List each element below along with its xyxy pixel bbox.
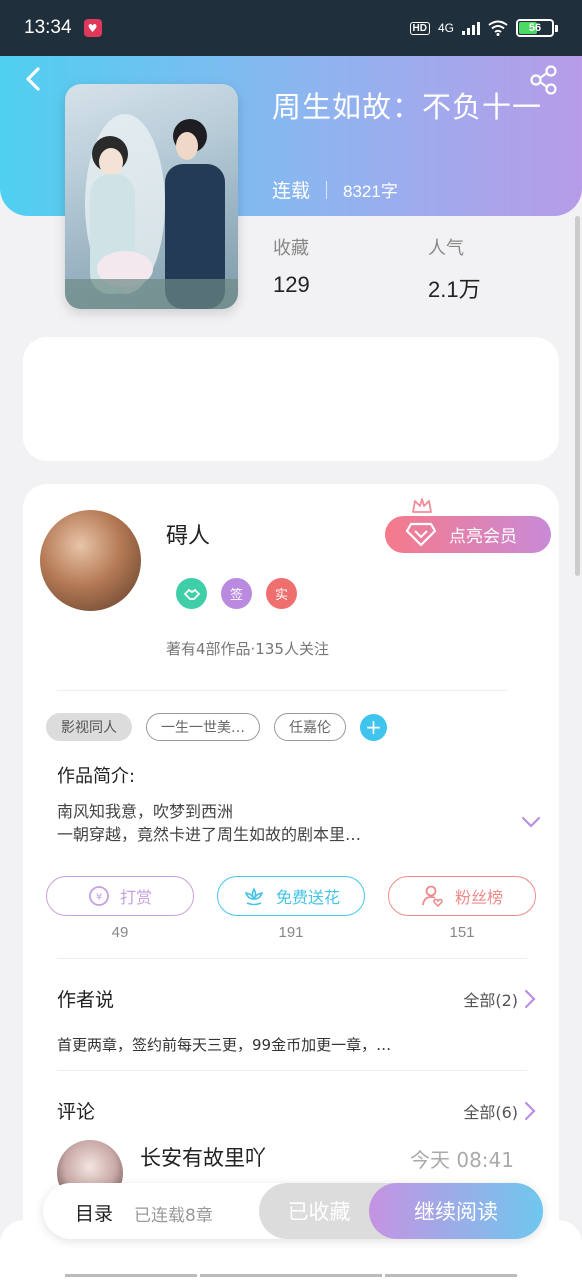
stat-label: 收藏 [273,238,309,259]
divider [57,958,527,959]
author-say-more-link[interactable]: 全部(2) [463,987,536,1011]
battery-icon: 56 [516,19,558,37]
comments-more-label: 全部(6) [463,1103,518,1122]
chevron-right-icon [524,989,536,1009]
author-name[interactable]: 碍人 [166,518,210,550]
signal-icon [462,21,480,35]
cover-illustration [65,114,238,309]
chevron-right-icon [524,1101,536,1121]
stat-value: 129 [273,272,310,297]
commenter-name[interactable]: 长安有故里吖 [140,1142,266,1172]
book-cover-image[interactable] [65,84,238,309]
serial-status: 连载 [272,180,311,202]
status-time: 13:34 [24,17,72,38]
hd-icon: HD [409,21,430,35]
continue-reading-label: 继续阅读 [414,1200,498,1224]
comments-more-link[interactable]: 全部(6) [463,1099,536,1123]
favorited-label: 已收藏 [287,1200,351,1224]
table-of-contents-button[interactable]: 目录 [75,1199,113,1226]
stat-label: 人气 [428,238,464,259]
diamond-icon [405,522,437,547]
back-button[interactable] [18,64,48,94]
blank-card [23,337,559,461]
stat-value: 2.1万 [428,277,481,302]
scrollbar[interactable] [575,216,580,576]
tip-label: 打赏 [119,888,152,907]
tag-item[interactable]: 影视同人 [46,713,132,741]
tag-item[interactable]: 任嘉伦 [274,713,346,741]
word-count: 8321字 [343,182,398,201]
divider [57,690,507,691]
svg-text:¥: ¥ [96,892,102,903]
tab-indicator [200,1274,382,1277]
author-say-title: 作者说 [57,989,115,1011]
tag-item[interactable]: 一生一世美… [146,713,260,741]
intro-text: 南风知我意，吹梦到西洲 一朝穿越，竟然卡进了周生如故的剧本里… [57,800,497,846]
tip-button[interactable]: ¥ 打赏 [46,876,194,916]
status-bar: 13:34 ♥ HD 4G 56 [0,0,582,56]
stat-popularity: 人气 2.1万 [428,234,481,304]
tag-list: 影视同人 一生一世美… 任嘉伦 + [46,713,387,741]
wifi-icon [488,20,508,36]
signed-badge: 签 [221,578,252,609]
divider [57,1070,527,1071]
crown-icon [412,498,432,513]
verified-badge: 实 [266,578,297,609]
tip-count: 49 [111,924,129,941]
tab-indicator [385,1274,517,1277]
chapter-count[interactable]: 已连载8章 [134,1201,213,1226]
battery-level: 56 [528,22,542,34]
coin-icon: ¥ [89,886,109,906]
status-divider [326,180,328,199]
book-title: 周生如故：不负十一 [272,90,543,124]
handshake-badge-icon [176,578,207,609]
network-type: 4G [437,21,454,35]
intro-line: 一朝穿越，竟然卡进了周生如故的剧本里… [57,825,362,844]
fan-count: 151 [449,924,475,941]
author-badges: 签 实 [176,578,297,609]
author-avatar[interactable] [40,510,141,611]
vip-label: 点亮会员 [449,527,517,547]
user-heart-icon [422,885,443,908]
book-status-row: 连载 8321字 [272,176,398,203]
intro-title: 作品简介: [57,766,136,787]
comment-time: 今天 08:41 [410,1148,514,1172]
send-flower-button[interactable]: 免费送花 [217,876,365,916]
continue-reading-button[interactable]: 继续阅读 [369,1183,543,1239]
flower-icon [244,887,264,906]
author-say-more-label: 全部(2) [463,991,518,1010]
add-tag-button[interactable]: + [360,713,387,741]
notification-app-icon: ♥ [83,19,102,37]
chevron-down-icon[interactable] [520,814,542,830]
flower-count: 191 [278,924,304,941]
status-indicators: HD 4G 56 [409,19,558,37]
comments-title: 评论 [57,1101,96,1123]
send-flower-label: 免费送花 [275,888,340,907]
author-say-text[interactable]: 首更两章，签约前每天三更，99金币加更一章，… [57,1034,391,1055]
stat-favorites: 收藏 129 [273,234,310,298]
tab-indicator [65,1274,197,1277]
author-works-summary: 著有4部作品·135人关注 [166,640,329,658]
chevron-left-icon [26,67,40,91]
intro-line: 南风知我意，吹梦到西洲 [57,802,234,821]
fan-ranking-label: 粉丝榜 [454,888,503,907]
fan-ranking-button[interactable]: 粉丝榜 [388,876,536,916]
